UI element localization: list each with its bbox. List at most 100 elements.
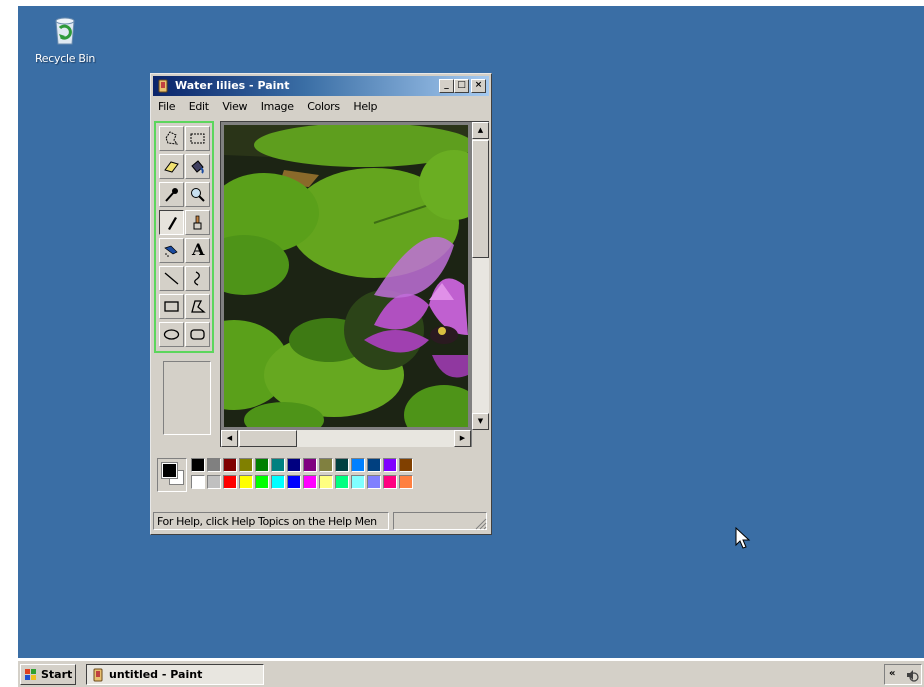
tool-options-box[interactable] [163, 361, 211, 435]
scroll-down-button[interactable]: ▼ [472, 413, 489, 430]
airbrush-icon [164, 245, 178, 257]
window-title: Water lilies - Paint [175, 79, 290, 92]
horizontal-scroll-thumb[interactable] [239, 430, 297, 447]
title-bar[interactable]: Water lilies - Paint _ □ × [153, 76, 489, 96]
windows-logo-icon [25, 669, 36, 680]
palette-swatch[interactable] [351, 475, 365, 489]
tool-rounded-rectangle[interactable] [185, 322, 210, 347]
palette-swatch[interactable] [367, 475, 381, 489]
paint-window[interactable]: Water lilies - Paint _ □ × File Edit Vie… [150, 73, 492, 535]
palette-swatch[interactable] [399, 458, 413, 472]
tool-box: A [153, 121, 215, 435]
water-lilies-image[interactable] [224, 125, 468, 427]
palette-swatch[interactable] [223, 475, 237, 489]
menu-colors[interactable]: Colors [302, 98, 345, 115]
current-colors[interactable] [157, 458, 187, 492]
palette-swatch[interactable] [319, 458, 333, 472]
menu-image[interactable]: Image [256, 98, 299, 115]
pick-color-icon [165, 188, 178, 202]
palette-swatch[interactable] [255, 458, 269, 472]
vertical-scrollbar[interactable]: ▲ ▼ [472, 122, 489, 430]
menu-help[interactable]: Help [348, 98, 382, 115]
rounded-rectangle-icon [190, 329, 205, 340]
tool-ellipse[interactable] [159, 322, 184, 347]
magnifier-icon [191, 188, 205, 202]
curve-icon [194, 271, 200, 286]
palette-swatch[interactable] [287, 458, 301, 472]
palette-swatch[interactable] [271, 458, 285, 472]
volume-icon[interactable] [905, 668, 919, 682]
fill-with-color-icon [191, 160, 204, 174]
eraser-icon [164, 161, 179, 173]
line-icon [164, 272, 179, 285]
menu-file[interactable]: File [153, 98, 180, 115]
free-form-select-icon [165, 131, 179, 145]
scroll-up-button[interactable]: ▲ [472, 122, 489, 139]
palette-swatch[interactable] [399, 475, 413, 489]
maximize-button[interactable]: □ [454, 79, 469, 93]
palette-swatch[interactable] [207, 458, 221, 472]
foreground-color-swatch[interactable] [161, 462, 178, 479]
palette-swatch[interactable] [191, 475, 205, 489]
palette-swatch[interactable] [303, 458, 317, 472]
scroll-right-button[interactable]: ▶ [454, 430, 471, 447]
scroll-left-button[interactable]: ◀ [221, 430, 238, 447]
menu-view[interactable]: View [217, 98, 252, 115]
palette-swatch[interactable] [319, 475, 333, 489]
tool-pencil[interactable] [159, 210, 184, 235]
tool-eraser[interactable] [159, 154, 184, 179]
palette-swatch[interactable] [223, 458, 237, 472]
status-bar: For Help, click Help Topics on the Help … [153, 510, 489, 532]
palette-swatch[interactable] [335, 475, 349, 489]
taskbar: Start untitled - Paint « [18, 660, 924, 687]
tool-rectangle[interactable] [159, 294, 184, 319]
tool-grid: A [154, 121, 214, 353]
palette-swatch[interactable] [191, 458, 205, 472]
horizontal-scrollbar[interactable]: ◀ ▶ [221, 430, 471, 447]
palette-swatch[interactable] [207, 475, 221, 489]
palette-swatch[interactable] [383, 458, 397, 472]
palette-swatch[interactable] [271, 475, 285, 489]
menu-edit[interactable]: Edit [184, 98, 214, 115]
tool-magnifier[interactable] [185, 182, 210, 207]
tool-select[interactable] [185, 126, 210, 151]
desktop-icon-recycle-bin[interactable]: Recycle Bin [30, 12, 100, 65]
vertical-scroll-thumb[interactable] [472, 140, 489, 258]
tool-text[interactable]: A [185, 238, 210, 263]
start-label: Start [41, 668, 73, 681]
palette-swatch[interactable] [239, 475, 253, 489]
taskbar-button-paint[interactable]: untitled - Paint [86, 664, 264, 685]
paint-app-icon [158, 79, 168, 93]
canvas-area: ▲ ▼ ◀ ▶ [220, 121, 489, 447]
system-tray: « [884, 664, 922, 685]
palette-swatch[interactable] [383, 475, 397, 489]
palette-swatch[interactable] [303, 475, 317, 489]
palette-swatch[interactable] [335, 458, 349, 472]
tool-brush[interactable] [185, 210, 210, 235]
tool-free-form-select[interactable] [159, 126, 184, 151]
start-button[interactable]: Start [20, 664, 76, 685]
menu-bar: File Edit View Image Colors Help [153, 98, 489, 116]
tool-airbrush[interactable] [159, 238, 184, 263]
mouse-cursor-icon [735, 527, 751, 549]
tool-pick-color[interactable] [159, 182, 184, 207]
tool-polygon[interactable] [185, 294, 210, 319]
palette-swatch[interactable] [287, 475, 301, 489]
close-button[interactable]: × [471, 79, 486, 93]
desktop-icon-label: Recycle Bin [34, 52, 96, 65]
palette-swatch[interactable] [255, 475, 269, 489]
palette-swatch[interactable] [367, 458, 381, 472]
scroll-corner [472, 430, 489, 447]
tool-fill[interactable] [185, 154, 210, 179]
palette-swatch[interactable] [351, 458, 365, 472]
tool-line[interactable] [159, 266, 184, 291]
tray-expand-button[interactable]: « [889, 668, 895, 679]
rectangle-icon [164, 301, 179, 312]
resize-grip-icon[interactable] [475, 518, 487, 530]
tool-curve[interactable] [185, 266, 210, 291]
palette-swatch[interactable] [239, 458, 253, 472]
minimize-button[interactable]: _ [439, 79, 454, 93]
color-palette [153, 452, 489, 496]
status-coordinates-pane [393, 512, 487, 530]
status-text: For Help, click Help Topics on the Help … [153, 512, 389, 530]
